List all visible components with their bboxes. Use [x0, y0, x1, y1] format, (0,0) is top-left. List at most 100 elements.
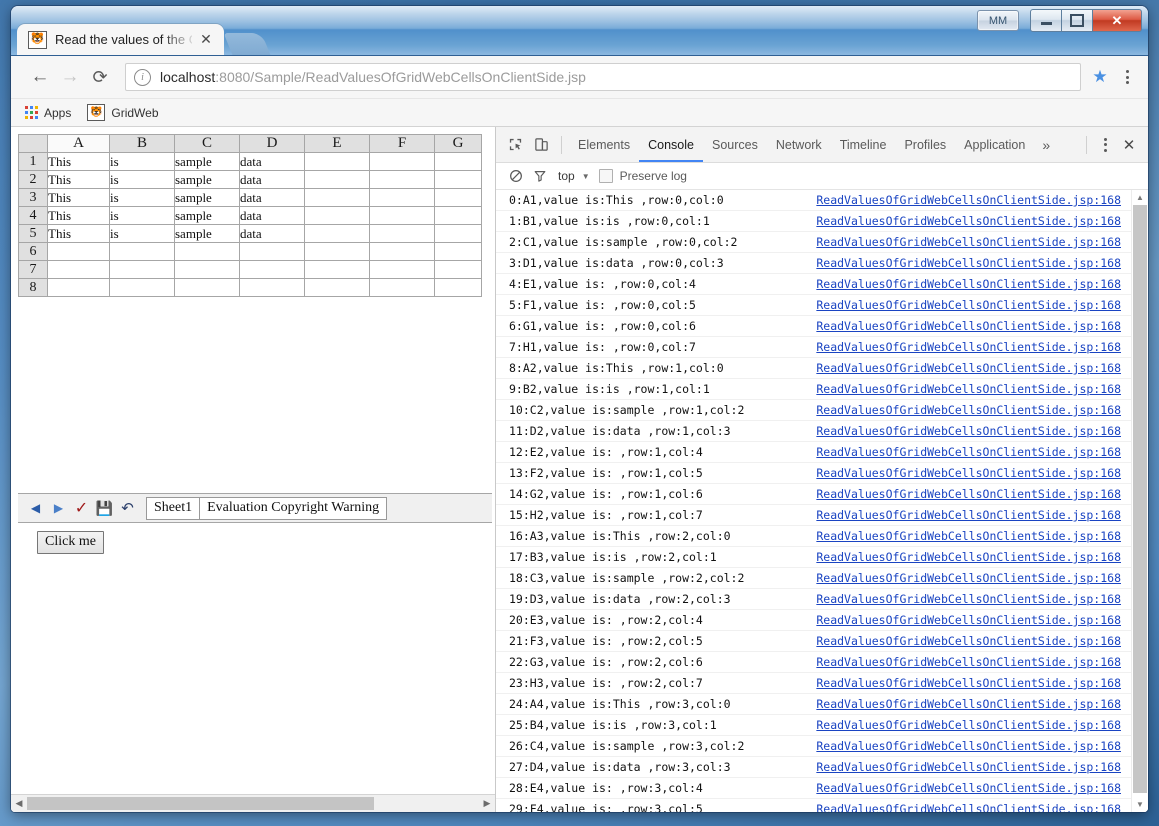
devtools-menu-icon[interactable] [1094, 137, 1116, 152]
inspect-element-icon[interactable] [502, 132, 528, 158]
save-icon[interactable]: 💾 [94, 497, 115, 519]
cell-G8[interactable] [434, 278, 482, 297]
console-log-source-link[interactable]: ReadValuesOfGridWebCellsOnClientSide.jsp… [816, 529, 1131, 543]
column-header-c[interactable]: C [174, 134, 240, 153]
console-log-row[interactable]: 24:A4,value is:This ,row:3,col:0 ReadValu… [496, 694, 1131, 715]
browser-tab[interactable]: 🐯 Read the values of the Gr ✕ [17, 24, 224, 55]
console-log-source-link[interactable]: ReadValuesOfGridWebCellsOnClientSide.jsp… [816, 256, 1131, 270]
new-tab-button[interactable] [223, 33, 271, 55]
page-horizontal-scrollbar[interactable]: ◀ ▶ [11, 794, 495, 812]
cell-E8[interactable] [304, 278, 370, 297]
console-log-row[interactable]: 15:H2,value is: ,row:1,col:7 ReadValuesOf… [496, 505, 1131, 526]
cell-G7[interactable] [434, 260, 482, 279]
cell-G2[interactable] [434, 170, 482, 189]
cell-B7[interactable] [109, 260, 175, 279]
console-log-source-link[interactable]: ReadValuesOfGridWebCellsOnClientSide.jsp… [816, 298, 1131, 312]
console-log-row[interactable]: 20:E3,value is: ,row:2,col:4 ReadValuesOf… [496, 610, 1131, 631]
console-log-row[interactable]: 4:E1,value is: ,row:0,col:4 ReadValuesOfG… [496, 274, 1131, 295]
cell-B1[interactable]: is [109, 152, 175, 171]
cell-C2[interactable]: sample [174, 170, 240, 189]
console-log-row[interactable]: 28:E4,value is: ,row:3,col:4 ReadValuesOf… [496, 778, 1131, 799]
cell-A6[interactable] [47, 242, 110, 261]
console-log-row[interactable]: 0:A1,value is:This ,row:0,col:0 ReadValue… [496, 190, 1131, 211]
preserve-log-checkbox[interactable] [598, 169, 613, 183]
undo-icon[interactable]: ↶ [117, 497, 138, 519]
cell-C8[interactable] [174, 278, 240, 297]
console-log-row[interactable]: 5:F1,value is: ,row:0,col:5 ReadValuesOfG… [496, 295, 1131, 316]
bookmark-star-icon[interactable]: ★ [1086, 63, 1114, 91]
console-log-source-link[interactable]: ReadValuesOfGridWebCellsOnClientSide.jsp… [816, 613, 1131, 627]
console-log-source-link[interactable]: ReadValuesOfGridWebCellsOnClientSide.jsp… [816, 277, 1131, 291]
row-header-7[interactable]: 7 [18, 260, 48, 279]
console-log-row[interactable]: 25:B4,value is:is ,row:3,col:1 ReadValues… [496, 715, 1131, 736]
cell-A7[interactable] [47, 260, 110, 279]
cell-G3[interactable] [434, 188, 482, 207]
chrome-menu-icon[interactable] [1114, 63, 1140, 91]
console-log-source-link[interactable]: ReadValuesOfGridWebCellsOnClientSide.jsp… [816, 319, 1131, 333]
cell-D3[interactable]: data [239, 188, 305, 207]
console-log-row[interactable]: 8:A2,value is:This ,row:1,col:0 ReadValue… [496, 358, 1131, 379]
cell-B5[interactable]: is [109, 224, 175, 243]
sheet-tab-evaluation-warning[interactable]: Evaluation Copyright Warning [199, 496, 388, 520]
console-log-source-link[interactable]: ReadValuesOfGridWebCellsOnClientSide.jsp… [816, 193, 1131, 207]
console-log-source-link[interactable]: ReadValuesOfGridWebCellsOnClientSide.jsp… [816, 382, 1131, 396]
console-log-row[interactable]: 2:C1,value is:sample ,row:0,col:2 ReadVal… [496, 232, 1131, 253]
row-header-4[interactable]: 4 [18, 206, 48, 225]
minimize-button[interactable] [1030, 9, 1062, 32]
console-log-source-link[interactable]: ReadValuesOfGridWebCellsOnClientSide.jsp… [816, 571, 1131, 585]
grid-corner-cell[interactable] [18, 134, 48, 153]
tab-elements[interactable]: Elements [569, 128, 639, 162]
cell-F2[interactable] [369, 170, 435, 189]
site-info-icon[interactable]: i [134, 68, 151, 86]
console-log-source-link[interactable]: ReadValuesOfGridWebCellsOnClientSide.jsp… [816, 655, 1131, 669]
column-header-f[interactable]: F [369, 134, 435, 153]
more-tabs-icon[interactable]: » [1034, 137, 1058, 153]
cell-A4[interactable]: This [47, 206, 110, 225]
console-log-row[interactable]: 26:C4,value is:sample ,row:3,col:2 ReadVa… [496, 736, 1131, 757]
chevron-down-icon[interactable]: ▼ [582, 172, 590, 181]
console-log-source-link[interactable]: ReadValuesOfGridWebCellsOnClientSide.jsp… [816, 508, 1131, 522]
cell-D6[interactable] [239, 242, 305, 261]
console-log-list[interactable]: 0:A1,value is:This ,row:0,col:0 ReadValue… [496, 190, 1131, 812]
cell-E3[interactable] [304, 188, 370, 207]
tab-network[interactable]: Network [767, 128, 831, 162]
cell-F5[interactable] [369, 224, 435, 243]
cell-B2[interactable]: is [109, 170, 175, 189]
console-log-source-link[interactable]: ReadValuesOfGridWebCellsOnClientSide.jsp… [816, 340, 1131, 354]
cell-F3[interactable] [369, 188, 435, 207]
console-log-row[interactable]: 12:E2,value is: ,row:1,col:4 ReadValuesOf… [496, 442, 1131, 463]
console-log-source-link[interactable]: ReadValuesOfGridWebCellsOnClientSide.jsp… [816, 718, 1131, 732]
cell-F8[interactable] [369, 278, 435, 297]
address-bar[interactable]: i localhost:8080/Sample/ReadValuesOfGrid… [125, 63, 1081, 91]
cell-E2[interactable] [304, 170, 370, 189]
column-header-e[interactable]: E [304, 134, 370, 153]
console-context-selector[interactable]: top [558, 169, 575, 183]
mm-button[interactable]: MM [977, 10, 1019, 31]
console-log-source-link[interactable]: ReadValuesOfGridWebCellsOnClientSide.jsp… [816, 235, 1131, 249]
gridweb-spreadsheet[interactable]: A B C D E F G 1 This is sample data 2 This is sa… [18, 134, 482, 297]
cell-E5[interactable] [304, 224, 370, 243]
click-me-button[interactable]: Click me [37, 531, 104, 554]
console-log-source-link[interactable]: ReadValuesOfGridWebCellsOnClientSide.jsp… [816, 592, 1131, 606]
column-header-d[interactable]: D [239, 134, 305, 153]
tab-timeline[interactable]: Timeline [831, 128, 896, 162]
filter-funnel-icon[interactable] [528, 165, 552, 187]
row-header-1[interactable]: 1 [18, 152, 48, 171]
column-header-g[interactable]: G [434, 134, 482, 153]
cell-C5[interactable]: sample [174, 224, 240, 243]
console-log-source-link[interactable]: ReadValuesOfGridWebCellsOnClientSide.jsp… [816, 403, 1131, 417]
prev-sheet-icon[interactable]: ◀ [25, 497, 46, 519]
console-log-row[interactable]: 29:F4,value is: ,row:3,col:5 ReadValuesOf… [496, 799, 1131, 812]
device-toolbar-icon[interactable] [528, 132, 554, 158]
back-button-icon[interactable]: ← [25, 62, 55, 92]
submit-check-icon[interactable]: ✓ [71, 497, 92, 519]
tab-console[interactable]: Console [639, 128, 703, 162]
tab-application[interactable]: Application [955, 128, 1034, 162]
console-scroll-thumb[interactable] [1133, 205, 1147, 793]
console-log-row[interactable]: 22:G3,value is: ,row:2,col:6 ReadValuesOf… [496, 652, 1131, 673]
console-log-row[interactable]: 1:B1,value is:is ,row:0,col:1 ReadValuesO… [496, 211, 1131, 232]
cell-C6[interactable] [174, 242, 240, 261]
cell-E6[interactable] [304, 242, 370, 261]
cell-G5[interactable] [434, 224, 482, 243]
devtools-close-icon[interactable]: ✕ [1116, 132, 1142, 158]
